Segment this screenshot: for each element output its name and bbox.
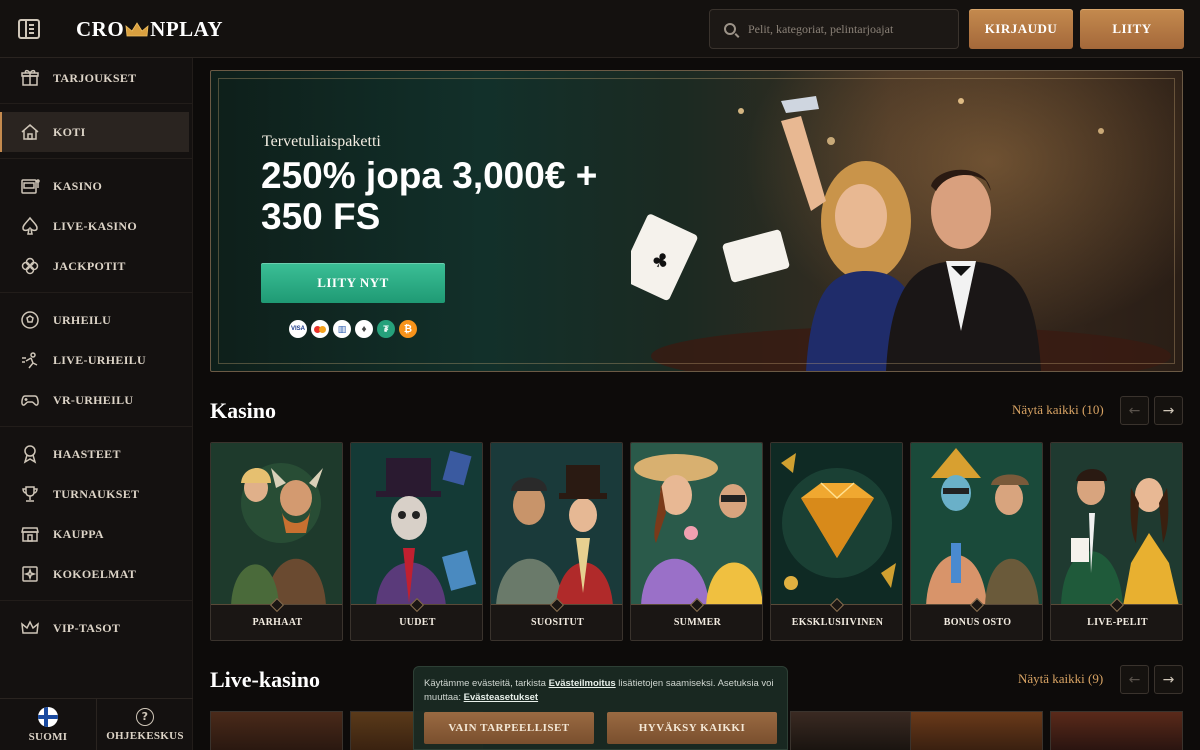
casino-next-button[interactable]: → [1154,396,1183,425]
live-casino-see-all-link[interactable]: Näytä kaikki (9) [1018,671,1103,687]
top-header: CRO NPLAY KIRJAUDU LIITY [0,0,1200,58]
aztec-characters-illustration [911,443,1042,606]
summer-characters-illustration [631,443,762,606]
category-card-new[interactable]: UUDET [350,442,483,641]
live-sport-icon [20,350,40,370]
trophy-icon [20,484,40,504]
help-icon: ? [136,707,154,726]
join-now-button[interactable]: LIITY NYT [261,263,445,303]
viking-illustration [211,443,342,606]
sidebar-item-challenges[interactable]: HAASTEET [0,434,189,474]
sidebar-item-shop[interactable]: KAUPPA [0,514,189,554]
sidebar-item-casino[interactable]: KASINO [0,166,189,206]
cards-icon [20,564,40,584]
sidebar-footer: SUOMI ? OHJEKESKUS [0,698,193,750]
join-button[interactable]: LIITY [1080,9,1184,49]
shop-icon [20,524,40,544]
welcome-banner[interactable]: ♣ Tervetuliaispaketti 250% jopa 3,000€ +… [210,70,1183,372]
sidebar-item-home[interactable]: KOTI [0,112,189,152]
cookie-banner: Käytämme evästeitä, tarkista Evästeilmoi… [413,666,788,750]
sidebar-toggle-icon[interactable] [18,19,40,39]
crown-icon [20,618,40,638]
visa-icon: VISA [289,320,307,338]
banner-title: 250% jopa 3,000€ + 350 FS [261,155,598,237]
tether-icon: ₮ [377,320,395,338]
category-card-exclusive[interactable]: EKSKLUSIIVINEN [770,442,903,641]
crown-logo-icon [125,21,149,38]
sidebar-item-live-casino[interactable]: LIVE-KASINO [0,206,189,246]
help-center-button[interactable]: ? OHJEKESKUS [96,699,193,750]
arrow-right-icon: → [1162,402,1175,419]
clover-icon [20,256,40,276]
category-card-summer[interactable]: SUMMER [630,442,763,641]
arrow-right-icon: → [1162,671,1175,688]
football-icon [20,310,40,330]
sidebar: TARJOUKSET KOTI KASINO LIVE-KASINO JACKP… [0,58,193,750]
bitcoin-icon: ₿ [399,320,417,338]
search-box[interactable] [709,9,959,49]
sidebar-item-sports[interactable]: URHEILU [0,300,189,340]
banner-subtitle: Tervetuliaispaketti [262,133,381,150]
cookie-policy-link[interactable]: Evästeilmoitus [549,678,616,689]
live-casino-prev-button[interactable]: ← [1120,665,1149,694]
search-input[interactable] [748,21,948,37]
voodoo-character-illustration [351,443,482,606]
ethereum-icon: ♦ [355,320,373,338]
sidebar-item-vr-sports[interactable]: VR-URHEILU [0,380,189,420]
live-casino-section-title: Live-kasino [210,667,321,692]
live-dealers-illustration [1051,443,1182,606]
diamond-illustration [771,443,902,606]
casino-prev-button[interactable]: ← [1120,396,1149,425]
payment-methods: VISA ▥ ♦ ₮ ₿ [289,320,417,338]
mastercard-icon [311,320,329,338]
casino-see-all-link[interactable]: Näytä kaikki (10) [1012,402,1104,418]
home-icon [20,122,40,142]
gift-icon [20,68,40,88]
search-icon [724,23,736,35]
sidebar-item-jackpots[interactable]: JACKPOTIT [0,246,189,286]
category-card-live-games[interactable]: LIVE-PELIT [1050,442,1183,641]
live-game-card[interactable] [210,711,343,750]
sidebar-item-collections[interactable]: KOKOELMAT [0,554,189,594]
live-game-card[interactable] [790,711,923,750]
cookie-accept-button[interactable]: HYVÄKSY KAIKKI [607,712,777,744]
live-game-card[interactable] [910,711,1043,750]
category-card-best[interactable]: PARHAAT [210,442,343,641]
language-button[interactable]: SUOMI [0,699,96,750]
cookie-necessary-button[interactable]: VAIN TARPEELLISET [424,712,594,744]
category-card-popular[interactable]: SUOSITUT [490,442,623,641]
crownplay-logo[interactable]: CRO NPLAY [76,17,223,42]
ribbon-icon [20,444,40,464]
sidebar-item-live-sports[interactable]: LIVE-URHEILU [0,340,189,380]
sidebar-item-vip[interactable]: VIP-TASOT [0,608,189,648]
sidebar-item-tournaments[interactable]: TURNAUKSET [0,474,189,514]
slot-machine-icon [20,176,40,196]
bank-icon: ▥ [333,320,351,338]
spade-icon [20,216,40,236]
live-casino-next-button[interactable]: → [1154,665,1183,694]
cookie-settings-link[interactable]: Evästeasetukset [464,692,538,703]
sidebar-item-offers[interactable]: TARJOUKSET [0,58,189,98]
login-button[interactable]: KIRJAUDU [969,9,1073,49]
category-card-bonus-buy[interactable]: BONUS OSTO [910,442,1043,641]
arrow-left-icon: ← [1128,402,1141,419]
finland-flag-icon [38,706,58,727]
gonzo-characters-illustration [491,443,622,606]
casino-section-title: Kasino [210,398,277,423]
cookie-text: Käytämme evästeitä, tarkista Evästeilmoi… [424,678,774,703]
arrow-left-icon: ← [1128,671,1141,688]
live-game-card[interactable] [1050,711,1183,750]
gamepad-icon [20,390,40,410]
